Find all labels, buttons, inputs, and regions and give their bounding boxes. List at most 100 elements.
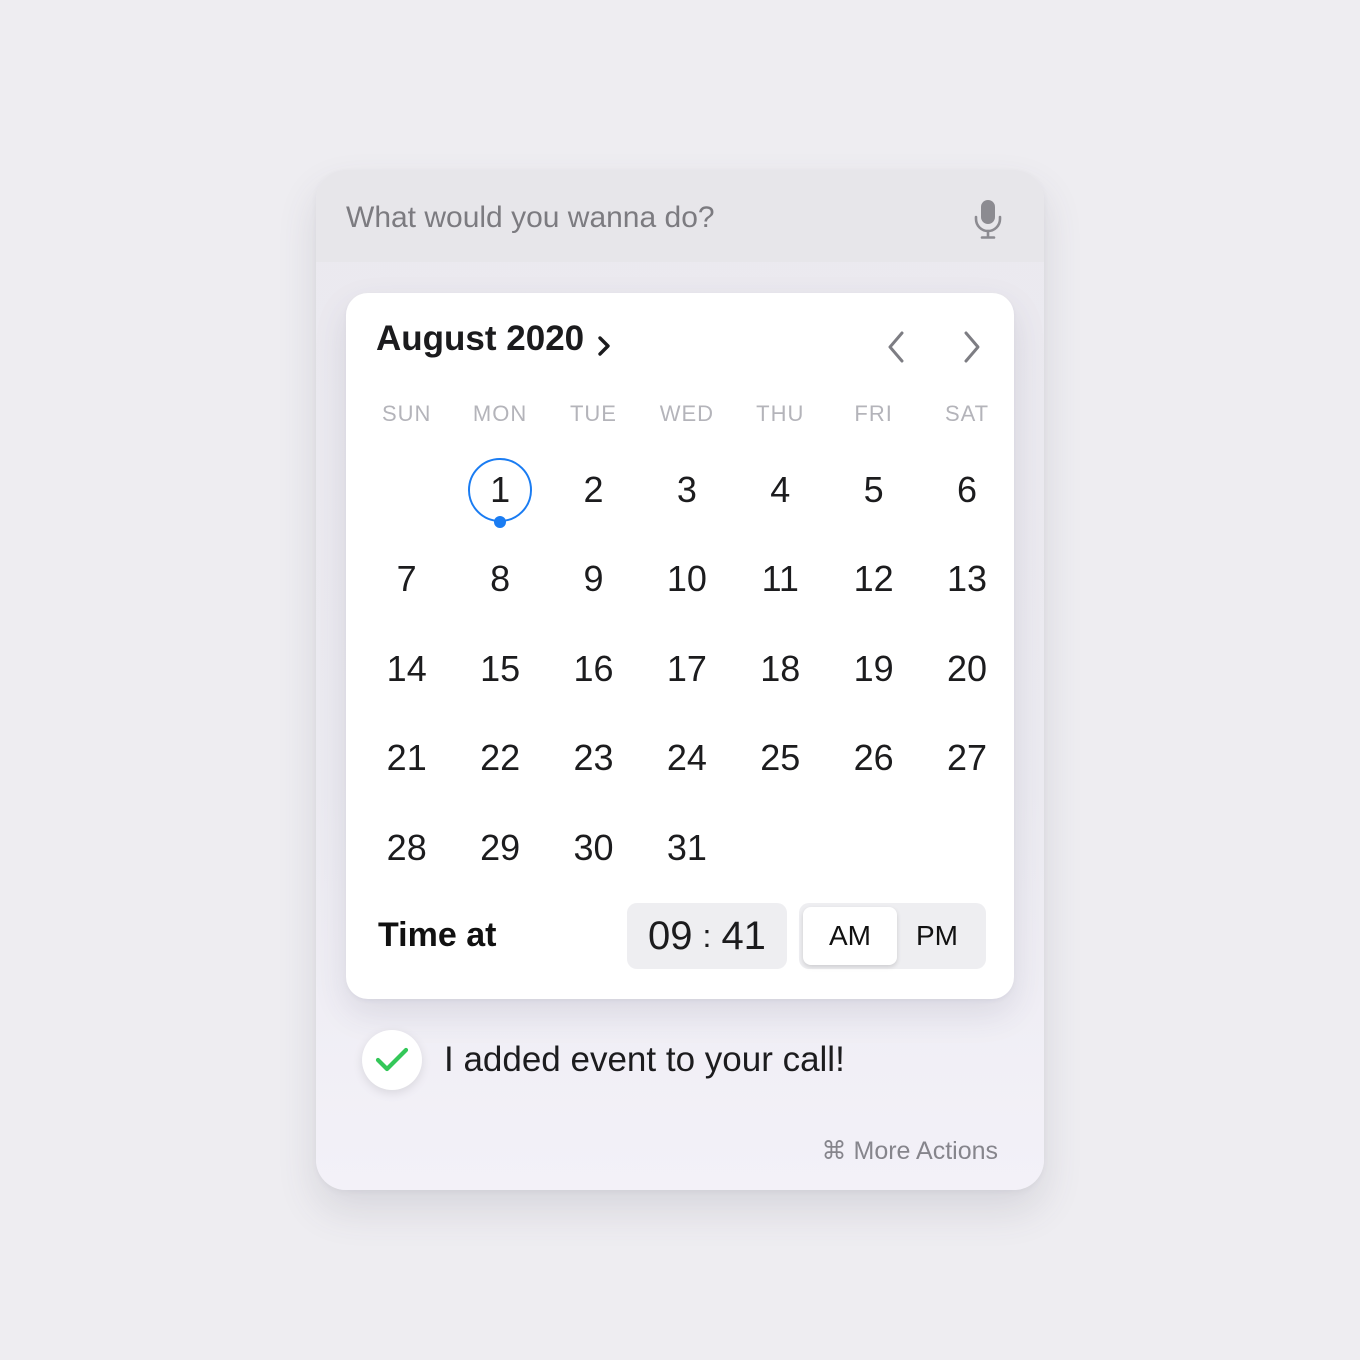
day-number: 31 — [666, 826, 707, 868]
day-cell[interactable]: 17 — [640, 624, 733, 714]
day-number: 11 — [761, 558, 799, 600]
day-cell[interactable]: 22 — [453, 714, 546, 804]
chevron-right-icon — [596, 327, 612, 356]
day-cell[interactable]: 23 — [547, 714, 640, 804]
day-cell[interactable]: 5 — [827, 445, 920, 535]
day-cell[interactable]: 31 — [640, 803, 733, 893]
day-number: 4 — [770, 468, 791, 510]
time-label: Time at — [378, 916, 497, 954]
weekday-label: MON — [472, 401, 528, 426]
day-number: 30 — [573, 826, 614, 868]
empty-day-cell — [360, 445, 453, 535]
day-number: 29 — [480, 826, 521, 868]
day-cell[interactable]: 16 — [547, 624, 640, 714]
day-number: 1 — [490, 468, 511, 510]
assistant-panel: August 2020 SUNMONTUEWEDTHUFRISAT 123456… — [316, 170, 1044, 1190]
day-cell[interactable]: 19 — [827, 624, 920, 714]
day-cell[interactable]: 26 — [827, 714, 920, 804]
weekday-label: WED — [659, 401, 715, 426]
checkmark-icon — [375, 1047, 409, 1072]
day-number: 20 — [947, 647, 988, 689]
day-number: 17 — [666, 647, 707, 689]
search-bar — [316, 170, 1044, 262]
day-number: 8 — [490, 558, 511, 600]
weekday-label: THU — [756, 401, 805, 426]
day-number: 3 — [676, 468, 697, 510]
confirmation-message: I added event to your call! — [362, 1030, 845, 1090]
day-number: 6 — [957, 468, 978, 510]
day-number: 18 — [760, 647, 801, 689]
day-cell[interactable]: 18 — [734, 624, 827, 714]
am-pm-toggle: AM PM — [799, 903, 986, 969]
day-cell[interactable]: 1 — [453, 445, 546, 535]
day-number: 2 — [583, 468, 604, 510]
day-number: 26 — [853, 737, 894, 779]
day-number: 14 — [386, 647, 427, 689]
day-cell[interactable]: 6 — [920, 445, 1013, 535]
day-number: 9 — [583, 558, 604, 600]
previous-month-button[interactable] — [882, 327, 910, 367]
day-number: 28 — [386, 826, 427, 868]
day-number: 15 — [480, 647, 521, 689]
success-badge — [362, 1030, 422, 1090]
day-cell[interactable]: 13 — [920, 535, 1013, 625]
day-number: 5 — [863, 468, 884, 510]
day-cell[interactable]: 7 — [360, 535, 453, 625]
day-cell[interactable]: 2 — [547, 445, 640, 535]
day-cell[interactable]: 12 — [827, 535, 920, 625]
day-number: 24 — [666, 737, 707, 779]
day-cell[interactable]: 4 — [734, 445, 827, 535]
microphone-icon[interactable] — [972, 198, 1004, 240]
weekday-label: SAT — [944, 401, 990, 426]
month-selector[interactable]: August 2020 — [376, 319, 612, 359]
pm-option[interactable]: PM — [890, 907, 984, 965]
event-dot — [494, 515, 507, 528]
day-cell[interactable]: 25 — [734, 714, 827, 804]
am-option[interactable]: AM — [803, 907, 897, 965]
chevron-left-icon — [888, 331, 904, 363]
day-number: 19 — [853, 647, 894, 689]
day-cell[interactable]: 3 — [640, 445, 733, 535]
chevron-right-icon — [964, 331, 980, 363]
search-input[interactable] — [346, 198, 966, 238]
day-number: 21 — [386, 737, 427, 779]
day-cell[interactable]: 15 — [453, 624, 546, 714]
day-number: 13 — [947, 558, 988, 600]
day-number: 7 — [396, 558, 417, 600]
day-number: 10 — [666, 558, 707, 600]
time-input[interactable]: 09 : 41 — [627, 903, 787, 969]
day-number: 22 — [480, 737, 521, 779]
day-number: 16 — [573, 647, 614, 689]
hour-field[interactable]: 09 — [648, 914, 693, 959]
day-number: 27 — [947, 737, 988, 779]
weekday-label: FRI — [854, 401, 893, 426]
day-cell[interactable]: 28 — [360, 803, 453, 893]
day-cell[interactable]: 21 — [360, 714, 453, 804]
weekday-label: TUE — [569, 401, 617, 426]
weekday-header: SUN MON TUE WED THU FRI SAT — [360, 401, 1014, 427]
day-cell[interactable]: 10 — [640, 535, 733, 625]
empty-day-cell — [920, 803, 1013, 893]
more-actions-button[interactable]: ⌘ More Actions — [822, 1136, 998, 1166]
day-cell[interactable]: 27 — [920, 714, 1013, 804]
day-cell[interactable]: 30 — [547, 803, 640, 893]
day-cell[interactable]: 9 — [547, 535, 640, 625]
next-month-button[interactable] — [958, 327, 986, 367]
empty-day-cell — [827, 803, 920, 893]
minute-field[interactable]: 41 — [721, 914, 766, 959]
day-number: 25 — [760, 737, 801, 779]
confirmation-text: I added event to your call! — [444, 1040, 845, 1079]
day-number: 12 — [853, 558, 894, 600]
day-cell[interactable]: 8 — [453, 535, 546, 625]
time-separator: : — [702, 917, 712, 954]
month-label: August 2020 — [376, 319, 585, 358]
day-cell[interactable]: 29 — [453, 803, 546, 893]
calendar-card: August 2020 SUN MON TUE WED THU FRI SAT 123456… — [346, 293, 1014, 999]
day-cell[interactable]: 14 — [360, 624, 453, 714]
day-number: 23 — [573, 737, 614, 779]
day-cell[interactable]: 24 — [640, 714, 733, 804]
empty-day-cell — [734, 803, 827, 893]
day-cell[interactable]: 20 — [920, 624, 1013, 714]
weekday-label: SUN — [381, 401, 432, 426]
day-cell[interactable]: 11 — [734, 535, 827, 625]
